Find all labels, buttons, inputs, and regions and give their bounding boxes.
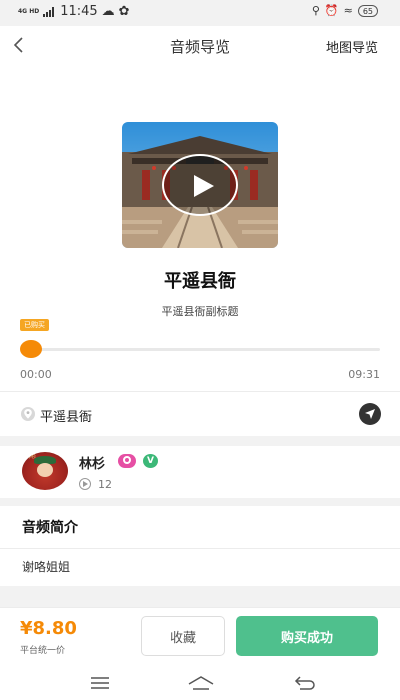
battery-icon: 65 bbox=[357, 4, 378, 17]
purchase-success-button[interactable]: 购买成功 bbox=[236, 616, 378, 656]
audio-subtitle: 平遥县衙副标题 bbox=[161, 305, 239, 318]
avatar[interactable]: 林杉 bbox=[22, 452, 68, 490]
notification-icon: ☁ bbox=[101, 4, 115, 19]
verified-badge-icon: V bbox=[143, 454, 158, 468]
author-row[interactable]: 林杉 林杉 V 12 bbox=[0, 446, 400, 498]
play-icon bbox=[194, 175, 214, 197]
system-nav-bar bbox=[0, 667, 400, 700]
current-time: 00:00 bbox=[20, 368, 52, 381]
navigate-arrow-icon bbox=[365, 409, 375, 419]
location-pin-icon bbox=[20, 406, 36, 426]
purchase-bar: ¥8.80 平台统一价 收藏 购买成功 bbox=[0, 607, 400, 667]
section-gap bbox=[0, 436, 400, 446]
intro-text: 谢咯姐姐 bbox=[22, 560, 71, 574]
network-type: 4G HD bbox=[18, 7, 40, 15]
status-time: 11:45 bbox=[60, 4, 98, 19]
play-count: 12 bbox=[98, 478, 112, 491]
back-nav-icon[interactable] bbox=[294, 675, 316, 695]
section-gap bbox=[0, 498, 400, 506]
progress-track[interactable] bbox=[22, 348, 380, 351]
audio-title: 平遥县衙 bbox=[164, 271, 236, 292]
price: ¥8.80 bbox=[20, 618, 77, 639]
section-gap bbox=[0, 586, 400, 607]
favorite-button[interactable]: 收藏 bbox=[141, 616, 225, 656]
home-icon[interactable] bbox=[187, 675, 215, 695]
vip-badge-icon bbox=[118, 454, 136, 468]
divider bbox=[0, 548, 400, 549]
top-nav-bar: 音频导览 地图导览 bbox=[0, 26, 400, 66]
wifi-icon: ≈ bbox=[343, 4, 353, 17]
price-note: 平台统一价 bbox=[20, 646, 66, 656]
location-name: 平遥县衙 bbox=[40, 410, 93, 425]
navigate-button[interactable] bbox=[359, 403, 381, 425]
intro-heading: 音频简介 bbox=[22, 520, 78, 536]
alarm-icon: ⏰ bbox=[324, 4, 339, 17]
play-button[interactable] bbox=[162, 154, 238, 216]
location-status-icon: ⚲ bbox=[311, 4, 320, 17]
signal-icon bbox=[43, 6, 55, 17]
purchased-badge: 已购买 bbox=[20, 319, 49, 331]
author-name: 林杉 bbox=[79, 457, 106, 472]
app-notification-icon: ✿ bbox=[118, 4, 130, 19]
map-guide-link[interactable]: 地图导览 bbox=[326, 37, 378, 56]
play-count-icon bbox=[79, 478, 91, 490]
total-time: 09:31 bbox=[348, 368, 380, 381]
progress-knob[interactable] bbox=[20, 340, 42, 358]
status-bar: 4G HD 11:45 ☁ ✿ ⚲ ⏰ ≈ 65 bbox=[0, 0, 400, 26]
location-row[interactable]: 平遥县衙 bbox=[0, 392, 400, 436]
menu-icon[interactable] bbox=[89, 675, 111, 695]
